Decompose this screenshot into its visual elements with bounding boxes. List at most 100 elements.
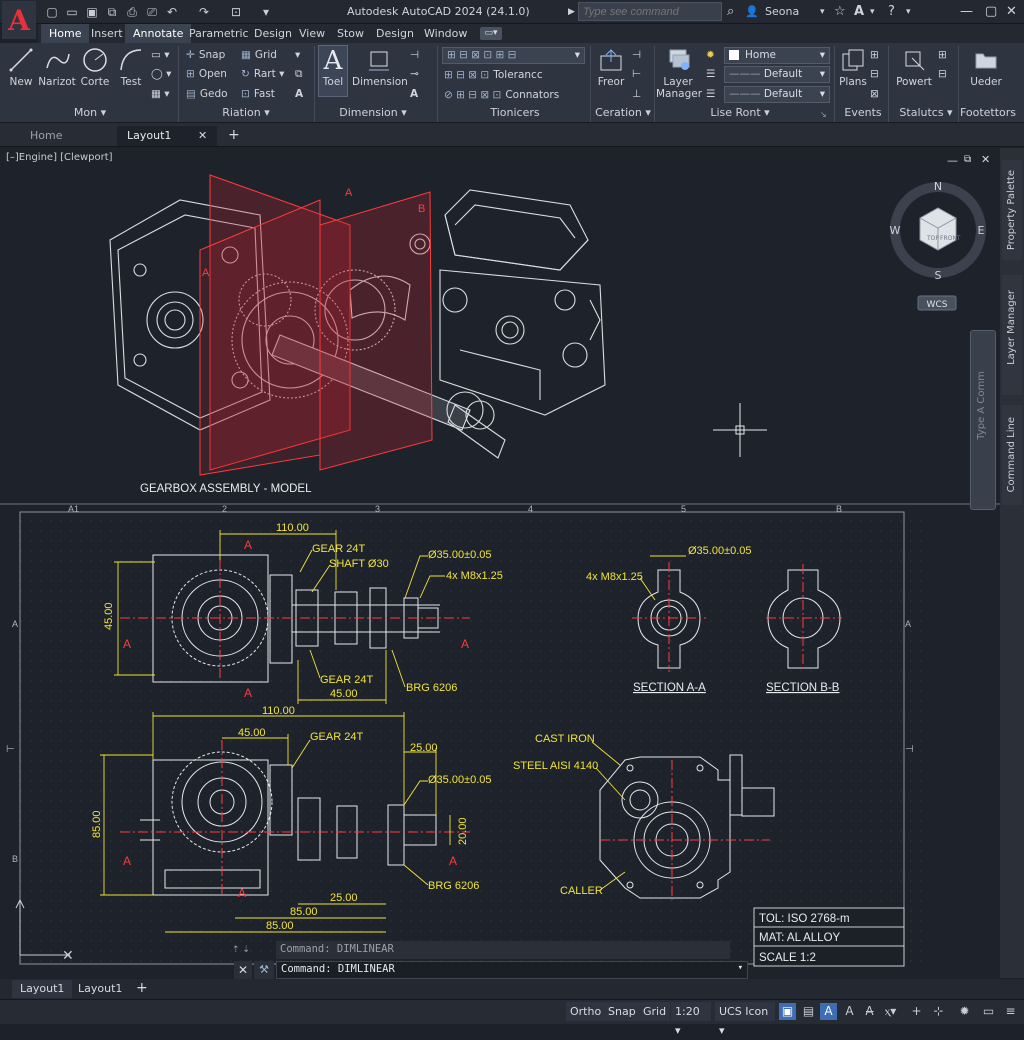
annotation-scale-icon[interactable]: A — [841, 1003, 858, 1020]
save-icon[interactable]: ▣ — [84, 4, 100, 20]
search-input[interactable] — [578, 2, 722, 21]
close-tab-icon[interactable]: ✕ — [198, 129, 207, 142]
block-attr-icon[interactable]: ⊢ — [632, 66, 641, 83]
rectangle-icon[interactable]: ▭ ▾ — [151, 47, 170, 64]
layer-manager-button[interactable]: Layer Manager — [656, 46, 702, 100]
powert-button[interactable]: Powert — [894, 46, 934, 88]
command-customize-icon[interactable]: ⚒ — [254, 961, 274, 979]
corte-button[interactable]: Corte — [80, 46, 110, 88]
customization-menu-icon[interactable]: ≡ — [1002, 1003, 1019, 1020]
help-icon[interactable]: ? — [888, 4, 895, 19]
user-icon[interactable]: 👤 — [745, 5, 759, 18]
test-button[interactable]: Test — [116, 46, 146, 88]
snap-button[interactable]: ✛ Snap — [186, 47, 225, 64]
undo-icon[interactable]: ↶ — [164, 4, 180, 20]
ucs-icon-dropdown[interactable]: UCS Icon ▾ — [715, 1002, 775, 1037]
mod-panel-title[interactable]: Mon ▾ — [60, 106, 120, 122]
toel-button[interactable]: A Toel — [318, 45, 348, 97]
property-palette-tab[interactable]: Property Palette — [1002, 160, 1022, 260]
layer-manager-tab[interactable]: Layer Manager — [1002, 275, 1022, 395]
gedo-button[interactable]: ▤ Gedo — [186, 86, 228, 103]
units-icon[interactable]: ⊹ — [930, 1003, 947, 1020]
tab-stow[interactable]: Stow — [329, 24, 372, 43]
help-dropdown-icon[interactable]: ▾ — [906, 7, 911, 17]
command-close-icon[interactable]: ✕ — [234, 961, 252, 979]
annotation-visibility-icon[interactable]: A — [820, 1003, 837, 1020]
ortho-toggle[interactable]: Ortho — [566, 1002, 606, 1021]
grid-toggle[interactable]: Grid — [639, 1002, 671, 1021]
rart-button[interactable]: ↻ Rart ▾ — [241, 66, 284, 83]
tab-options-icon[interactable]: ▭▾ — [480, 27, 502, 40]
block-edit-icon[interactable]: ⊣ — [632, 47, 641, 64]
copy-icon[interactable]: ⧉ — [295, 66, 303, 83]
add-tab-icon[interactable]: + — [228, 127, 240, 143]
user-dropdown-icon[interactable]: ▾ — [820, 7, 825, 17]
app-menu-button[interactable]: A — [2, 1, 36, 39]
command-input[interactable]: Command: DIMLINEAR ▾ — [276, 961, 748, 979]
command-line-tab[interactable]: Command Line — [1002, 405, 1022, 505]
grid-button[interactable]: ▦ Grid — [241, 47, 277, 64]
events-tool2-icon[interactable]: ⊟ — [870, 66, 879, 83]
fullscreen-icon[interactable]: ▭ — [980, 1003, 997, 1020]
workspace-plus-icon[interactable]: + — [908, 1003, 925, 1020]
new-button[interactable]: New — [6, 46, 36, 88]
minimize-icon[interactable]: — — [960, 4, 973, 19]
lineweight-icon[interactable]: ⲭ▾ — [882, 1003, 899, 1020]
annotation-add-icon[interactable]: A̶ — [861, 1003, 878, 1020]
scale-dropdown[interactable]: 1:20 ▾ — [671, 1002, 711, 1037]
layer-lines-icon[interactable]: ☰ — [706, 86, 715, 103]
layout-tab-2[interactable]: Layout1 — [70, 980, 130, 998]
fast-button[interactable]: ⊡ Fast — [241, 86, 275, 103]
doc-tab-home[interactable]: Home — [20, 126, 115, 146]
maximize-icon[interactable]: ▢ — [985, 4, 997, 19]
workspace-icon[interactable]: ⊡ — [228, 4, 244, 20]
layer-state-icon[interactable]: ✹ — [706, 47, 715, 64]
ceration-panel-title[interactable]: Ceration ▾ — [590, 106, 656, 122]
autodesk-a-icon[interactable]: A — [854, 4, 864, 19]
layer-list-icon[interactable]: ☰ — [706, 66, 715, 83]
open-button[interactable]: ⊞ Open — [186, 66, 227, 83]
status-tool2-icon[interactable]: ⊟ — [938, 66, 947, 83]
dim-leader-icon[interactable]: ⊸ — [410, 66, 419, 83]
dimension-panel-title[interactable]: Dimension ▾ — [338, 106, 408, 122]
user-name[interactable]: Seona — [765, 5, 799, 18]
plot-icon[interactable]: ⎙ — [124, 4, 140, 20]
hatch-icon[interactable]: ▦ ▾ — [151, 86, 170, 103]
tab-design-2[interactable]: Design — [368, 24, 422, 43]
status-tool-icon[interactable]: ⊞ — [938, 47, 947, 64]
snap-toggle[interactable]: Snap — [604, 1002, 640, 1021]
settings-gear-icon[interactable]: ✹ — [956, 1003, 973, 1020]
dim-linear-icon[interactable]: ⊣ — [410, 47, 419, 64]
ueder-button[interactable]: Ueder — [966, 46, 1006, 88]
new-file-icon[interactable]: ▢ — [44, 4, 60, 20]
linetype-dropdown[interactable]: ——— Default ▾ — [724, 66, 830, 83]
riation-panel-title[interactable]: Riation ▾ — [216, 106, 276, 122]
floating-command-bar[interactable]: Type A Comm — [970, 330, 996, 510]
connators-button[interactable]: ⊘ ⊞ ⊟ ⊠ ⊡ Connators — [444, 87, 559, 104]
customize-dropdown-icon[interactable]: ▾ — [258, 4, 274, 20]
dynamic-ucs-icon[interactable]: ▣ — [779, 1003, 796, 1020]
ellipse-icon[interactable]: ◯ ▾ — [151, 66, 171, 83]
open-folder-icon[interactable]: ▭ — [64, 4, 80, 20]
dim-text-icon[interactable]: A — [410, 86, 418, 103]
lineweight-dropdown[interactable]: ——— Default ▾ — [724, 86, 830, 103]
tolerance-button[interactable]: ⊞ ⊟ ⊠ ⊡ Tolerancc — [444, 67, 543, 84]
tab-insert[interactable]: Insert — [83, 24, 131, 43]
layout-tab-1[interactable]: Layout1 — [12, 980, 73, 998]
status-panel-title[interactable]: Stalutcs ▾ — [896, 106, 956, 122]
style-dropdown[interactable]: ⊞ ⊟ ⊠ ⊡ ⊞ ⊟ ▾ — [442, 47, 585, 64]
plans-button[interactable]: Plans — [838, 46, 868, 88]
layer-panel-title[interactable]: Lise Ront ▾ — [700, 106, 780, 122]
tab-view[interactable]: View — [291, 24, 333, 43]
layer-dropdown[interactable]: Home ▾ — [724, 47, 830, 64]
add-layout-icon[interactable]: + — [136, 980, 148, 996]
star-icon[interactable]: ☆ — [834, 4, 846, 19]
search-icon[interactable]: ⌕ — [727, 4, 734, 19]
save-as-icon[interactable]: ⧉ — [104, 4, 120, 20]
dimension-button[interactable]: Dimension — [352, 46, 408, 88]
events-tool3-icon[interactable]: ⊠ — [870, 86, 879, 103]
narizot-button[interactable]: Narizot — [38, 46, 76, 88]
modify-dropdown-icon[interactable]: ▾ — [295, 47, 300, 64]
print-icon[interactable]: ⎚ — [144, 4, 160, 20]
redo-icon[interactable]: ↷ — [196, 4, 212, 20]
